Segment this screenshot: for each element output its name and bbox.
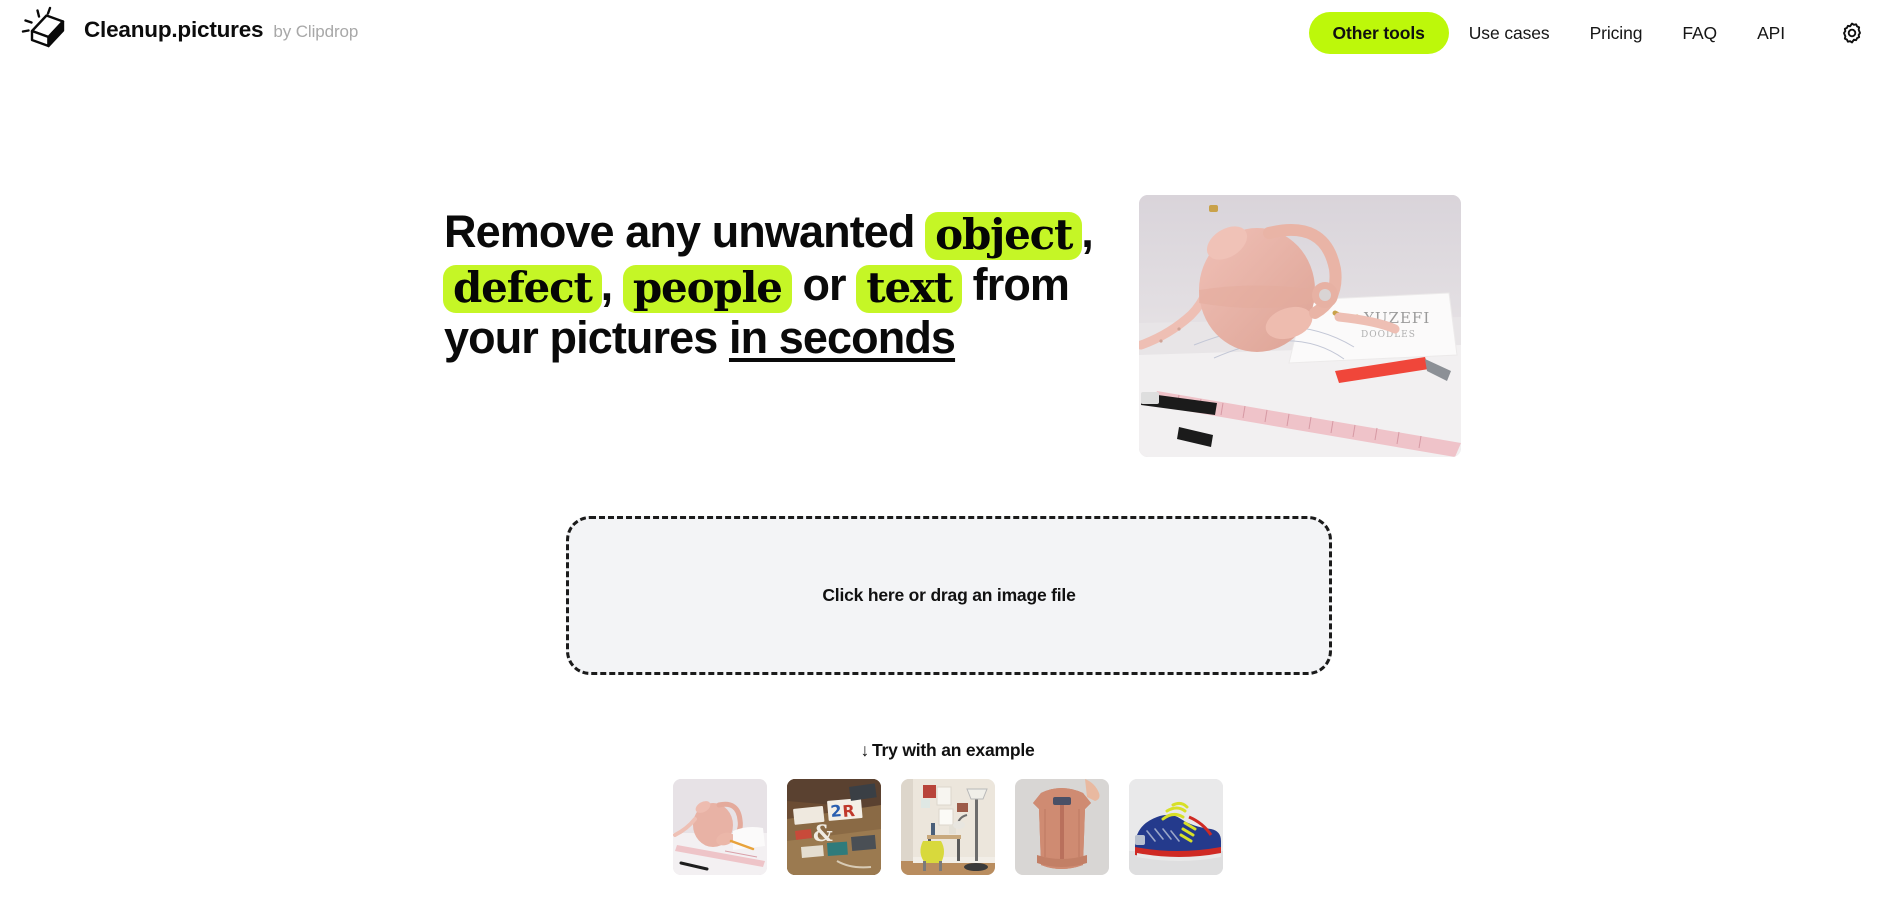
site-header: Cleanup.pictures by Clipdrop Other tools… (0, 0, 1895, 66)
example-thumbnail-workshop-letters-table[interactable]: 2 R & (786, 779, 881, 875)
main-navigation: Other tools Use cases Pricing FAQ API (1308, 0, 1874, 66)
example-thumbnail-pink-handbag-desk[interactable] (672, 779, 767, 875)
svg-text:R: R (841, 801, 855, 821)
headline-connector: or (802, 259, 846, 310)
nav-link-pricing[interactable]: Pricing (1570, 12, 1663, 54)
headline-highlight-defect: defect (443, 265, 602, 313)
headline-highlight-text: text (856, 265, 963, 313)
hero-image: YUZEFI DOODLES (1139, 195, 1461, 457)
brand-logo-link[interactable]: Cleanup.pictures by Clipdrop (18, 6, 358, 54)
headline-highlight-people: people (622, 265, 792, 313)
example-thumbnail-list: 2 R & (0, 779, 1895, 875)
nav-link-use-cases[interactable]: Use cases (1449, 12, 1570, 54)
brand-name: Cleanup.pictures (84, 17, 264, 42)
examples-heading: ↓ Try with an example (0, 740, 1895, 761)
dropzone-label: Click here or drag an image file (822, 585, 1076, 605)
headline-part-1: Remove any unwanted (444, 206, 915, 257)
svg-text:DOODLES: DOODLES (1361, 330, 1416, 340)
gear-icon[interactable] (1831, 12, 1873, 54)
headline-separator-1: , (1081, 206, 1093, 257)
page-title: Remove any unwanted object, defect, peop… (443, 205, 1144, 364)
eraser-sparkle-icon (18, 6, 70, 54)
nav-link-faq[interactable]: FAQ (1662, 12, 1737, 54)
example-thumbnail-room-yellow-chair-lamp[interactable] (900, 779, 995, 875)
other-tools-button[interactable]: Other tools (1308, 12, 1449, 54)
example-thumbnail-blue-yellow-sneaker[interactable] (1128, 779, 1223, 875)
brand-byline: by Clipdrop (273, 22, 359, 41)
image-dropzone[interactable]: Click here or drag an image file (566, 516, 1332, 675)
examples-heading-label: Try with an example (872, 740, 1035, 760)
headline-highlight-object: object (925, 212, 1083, 260)
example-thumbnail-salmon-bomber-jacket[interactable] (1014, 779, 1109, 875)
headline-separator-2: , (600, 259, 613, 310)
headline-emphasis: in seconds (728, 312, 956, 363)
svg-text:2: 2 (829, 801, 842, 821)
arrow-down-icon: ↓ (860, 740, 870, 760)
nav-link-api[interactable]: API (1737, 12, 1805, 54)
